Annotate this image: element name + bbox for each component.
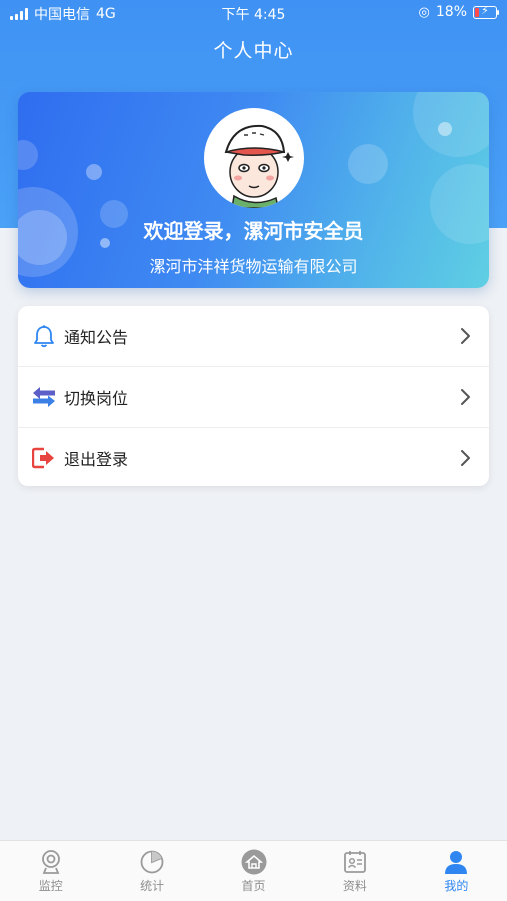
welcome-text: 欢迎登录，漯河市安全员 xyxy=(143,219,364,243)
logout-icon xyxy=(31,445,57,471)
tab-label: 统计 xyxy=(140,879,165,893)
id-card-icon xyxy=(344,851,366,873)
cartoon-avatar-icon xyxy=(224,124,294,208)
status-time: 下午 4:45 xyxy=(221,7,286,23)
menu-item-label: 退出登录 xyxy=(64,450,129,469)
tab-statistics[interactable]: 统计 xyxy=(101,841,202,901)
tab-monitor[interactable]: 监控 xyxy=(0,841,101,901)
battery-icon: ⚡ xyxy=(473,4,499,19)
bell-icon xyxy=(31,323,57,349)
menu-item-switch-post[interactable]: 切换岗位 xyxy=(18,367,489,428)
menu-item-logout[interactable]: 退出登录 xyxy=(18,428,489,488)
battery-percent: 18% xyxy=(435,4,467,20)
tab-label: 监控 xyxy=(38,879,63,893)
menu-item-notices[interactable]: 通知公告 xyxy=(18,306,489,367)
tab-documents[interactable]: 资料 xyxy=(304,841,405,901)
swap-arrows-icon xyxy=(31,384,57,410)
page-title: 个人中心 xyxy=(213,40,294,62)
chevron-right-icon xyxy=(461,450,470,466)
decor-bubble xyxy=(18,140,38,170)
bottom-tab-bar: 监控 统计 首页 资料 我的 xyxy=(0,840,507,901)
status-bar: 中国电信 4G 下午 4:45 ◎ 18% ⚡ xyxy=(0,0,507,26)
tab-mine[interactable]: 我的 xyxy=(406,841,507,901)
decor-bubble xyxy=(86,164,102,180)
menu-item-label: 通知公告 xyxy=(64,328,129,347)
tab-home[interactable]: 首页 xyxy=(203,841,304,901)
tab-label: 我的 xyxy=(444,879,469,893)
profile-card: 欢迎登录，漯河市安全员 漯河市沣祥货物运输有限公司 xyxy=(18,92,489,288)
pie-chart-icon xyxy=(140,850,164,874)
tab-label: 资料 xyxy=(342,879,367,893)
decor-bubble xyxy=(438,122,452,136)
menu-card: 通知公告 切换岗位 退出登录 xyxy=(18,306,489,486)
decor-bubble xyxy=(348,144,388,184)
tab-label: 首页 xyxy=(241,879,266,893)
menu-item-label: 切换岗位 xyxy=(64,389,129,408)
user-icon xyxy=(445,851,468,874)
user-avatar[interactable] xyxy=(204,108,304,208)
orientation-lock-icon: ◎ xyxy=(418,4,430,20)
camera-icon xyxy=(41,850,60,874)
chevron-right-icon xyxy=(461,328,470,344)
chevron-right-icon xyxy=(461,389,470,405)
company-name: 漯河市沣祥货物运输有限公司 xyxy=(149,257,358,276)
home-icon xyxy=(241,849,267,875)
